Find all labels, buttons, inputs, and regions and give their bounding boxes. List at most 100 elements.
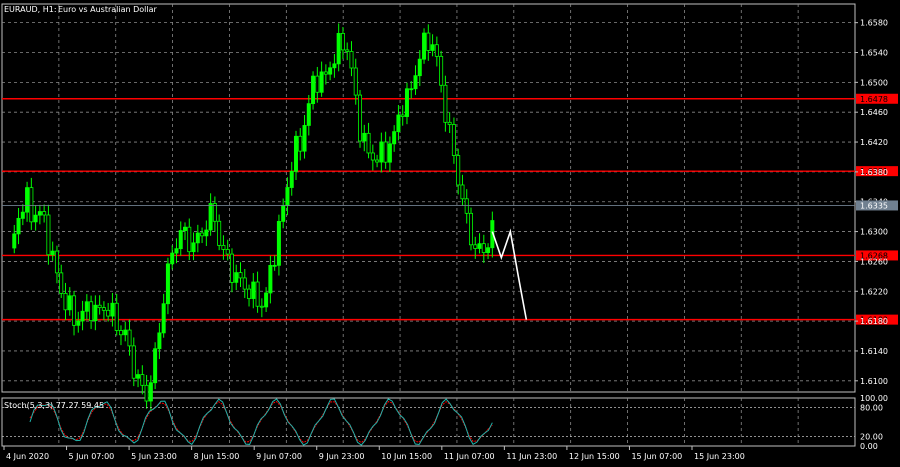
- price-tick-label: 1.6220: [860, 287, 888, 296]
- candle-body: [366, 132, 371, 154]
- candle-body: [481, 243, 486, 253]
- candle-body: [447, 121, 452, 125]
- candle-body: [306, 103, 311, 126]
- candle-body: [281, 205, 286, 222]
- candle-body: [353, 67, 358, 96]
- candle-body: [413, 75, 418, 90]
- candle-body: [183, 226, 188, 231]
- price-tick-label: 1.6100: [860, 377, 888, 386]
- time-tick-label: 12 Jun 15:00: [569, 452, 620, 461]
- candle-body: [242, 277, 247, 290]
- candle-body: [443, 84, 448, 123]
- candle-body: [195, 232, 200, 244]
- candle-body: [131, 345, 136, 379]
- price-tick-label: 1.6300: [860, 228, 888, 237]
- candle-body: [289, 170, 294, 188]
- candle-body: [370, 152, 375, 161]
- candle-body: [59, 272, 64, 294]
- stoch-tick-label: 80.00: [860, 404, 883, 413]
- time-tick-label: 5 Jun 07:00: [69, 452, 115, 461]
- price-tick-label: 1.6580: [860, 19, 888, 28]
- price-tick-label: 1.6540: [860, 49, 888, 58]
- candle-body: [16, 217, 21, 235]
- time-tick-label: 4 Jun 2020: [6, 452, 49, 461]
- candle-body: [409, 88, 414, 91]
- candle-body: [118, 330, 123, 336]
- candle-body: [93, 304, 98, 322]
- candle-body: [396, 114, 401, 133]
- candle-body: [84, 301, 89, 312]
- candle-body: [251, 281, 256, 299]
- candle-body: [106, 309, 111, 317]
- candle-body: [464, 198, 469, 214]
- price-chart[interactable]: 1.64781.63811.62681.6182 100.0080.0020.0…: [0, 0, 900, 467]
- candle-body: [123, 329, 128, 336]
- candle-body: [276, 220, 281, 266]
- candle-body: [349, 51, 354, 69]
- candle-body: [174, 248, 179, 254]
- candle-body: [165, 263, 170, 305]
- candle-body: [221, 244, 226, 250]
- candle-body: [136, 374, 141, 379]
- candle-body: [486, 247, 491, 253]
- chart-description: Euro vs Australian Dollar: [58, 5, 158, 14]
- candle-body: [157, 332, 162, 350]
- candle-body: [400, 114, 405, 117]
- candle-body: [37, 211, 42, 216]
- candle-body: [101, 307, 106, 311]
- candle-body: [97, 304, 102, 309]
- candle-body: [285, 187, 290, 206]
- candle-body: [234, 272, 239, 283]
- candle-body: [161, 303, 166, 334]
- candle-body: [387, 143, 392, 163]
- candle-body: [247, 288, 252, 299]
- candle-body: [422, 32, 427, 60]
- candle-body: [315, 75, 320, 93]
- level-price-label: 1.6478: [860, 95, 888, 104]
- time-tick-label: 15 Jun 07:00: [631, 452, 682, 461]
- time-tick-label: 11 Jun 23:00: [506, 452, 557, 461]
- candle-body: [67, 295, 72, 311]
- price-tick-label: 1.6500: [860, 78, 888, 87]
- candle-body: [29, 187, 34, 223]
- candle-body: [264, 292, 269, 308]
- candle-body: [208, 203, 213, 231]
- candle-body: [25, 187, 30, 213]
- candle-body: [50, 250, 55, 256]
- time-tick-label: 10 Jun 15:00: [381, 452, 432, 461]
- candle-body: [392, 131, 397, 145]
- candle-body: [153, 348, 158, 384]
- candle-body: [375, 159, 380, 163]
- candle-body: [54, 250, 59, 274]
- price-tick-label: 1.6460: [860, 108, 888, 117]
- candle-body: [212, 203, 217, 222]
- time-tick-label: 5 Jun 23:00: [131, 452, 177, 461]
- candle-body: [42, 211, 47, 216]
- candle-body: [268, 264, 273, 294]
- candle-body: [319, 71, 324, 93]
- candle-body: [89, 301, 94, 322]
- chart-symbol: EURAUD, H1:: [4, 5, 57, 14]
- stoch-label: Stoch(5,3,3) 77.27 59.45: [4, 401, 104, 410]
- candle-body: [144, 384, 149, 402]
- current-price-label: 1.6335: [860, 201, 888, 210]
- candle-body: [140, 374, 145, 386]
- candle-body: [178, 230, 183, 250]
- price-tick-label: 1.6180: [860, 317, 888, 326]
- candle-body: [259, 305, 264, 308]
- time-tick-label: 8 Jun 15:00: [194, 452, 240, 461]
- stoch-tick-label: 100.00: [860, 394, 888, 403]
- candle-body: [456, 155, 461, 186]
- candle-body: [358, 94, 363, 142]
- time-tick-label: 11 Jun 07:00: [444, 452, 495, 461]
- candle-body: [473, 244, 478, 249]
- candle-body: [468, 212, 473, 246]
- time-tick-label: 9 Jun 23:00: [319, 452, 365, 461]
- candle-body: [362, 132, 367, 142]
- candle-body: [225, 249, 230, 255]
- candle-body: [200, 232, 205, 237]
- candle-body: [63, 292, 68, 311]
- candle-body: [293, 135, 298, 172]
- candle-body: [20, 211, 25, 219]
- candle-body: [72, 295, 77, 326]
